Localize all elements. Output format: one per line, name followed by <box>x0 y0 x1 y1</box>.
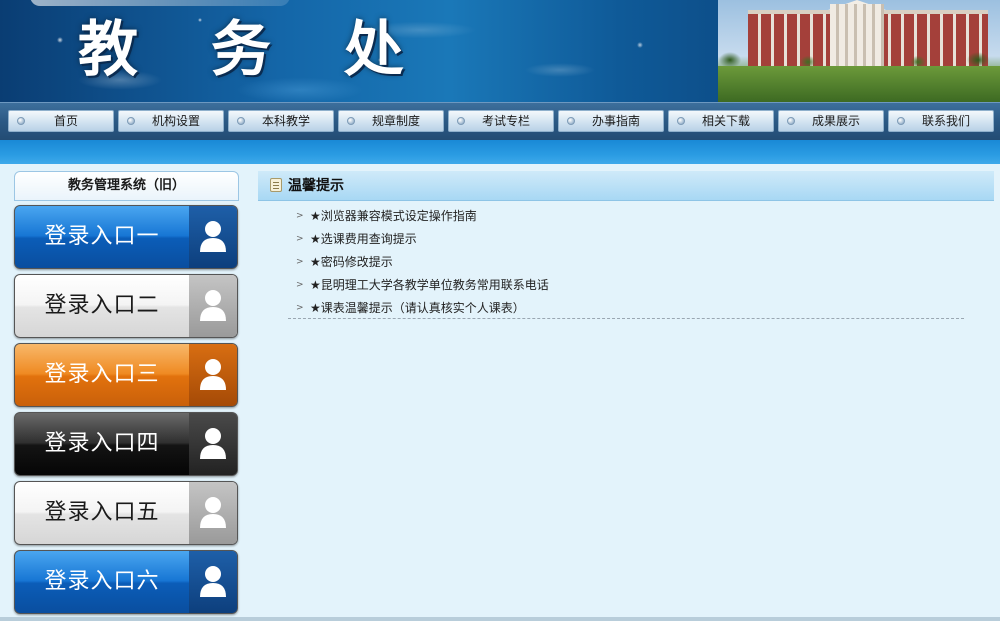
campus-building-image <box>718 0 1000 102</box>
notice-link[interactable]: > ★昆明理工大学各教学单位教务常用联系电话 <box>288 274 964 297</box>
nav-bullet-icon <box>237 117 245 125</box>
document-icon <box>270 178 282 192</box>
nav-bullet-icon <box>677 117 685 125</box>
notice-divider <box>288 318 964 319</box>
notice-text: ★昆明理工大学各教学单位教务常用联系电话 <box>310 278 549 292</box>
login-button-label: 登录入口四 <box>44 431 160 456</box>
university-logo <box>30 0 290 6</box>
main-nav: 首页 机构设置 本科教学 规章制度 考试专栏 办事指南 相关下载 成果展示 联系… <box>0 102 1000 140</box>
user-icon <box>189 413 237 475</box>
notice-link[interactable]: > ★选课费用查询提示 <box>288 228 964 251</box>
nav-bullet-icon <box>567 117 575 125</box>
nav-label: 相关下载 <box>701 114 750 128</box>
nav-label: 办事指南 <box>591 114 640 128</box>
user-icon <box>189 551 237 613</box>
nav-label: 首页 <box>53 114 78 128</box>
banner-title: 教 务 处 <box>78 15 430 85</box>
nav-bullet-icon <box>17 117 25 125</box>
login-button-label: 登录入口二 <box>44 293 160 318</box>
panel-header: 温馨提示 <box>258 171 994 201</box>
login-entry-1-button[interactable]: 登录入口一 <box>14 205 238 269</box>
nav-bullet-icon <box>897 117 905 125</box>
site-banner: 教 务 处 <box>0 0 1000 102</box>
notice-link[interactable]: > ★浏览器兼容模式设定操作指南 <box>288 205 964 228</box>
notice-text: ★浏览器兼容模式设定操作指南 <box>310 209 477 223</box>
nav-item-home[interactable]: 首页 <box>8 110 114 132</box>
nav-item-exams[interactable]: 考试专栏 <box>448 110 554 132</box>
user-icon <box>189 482 237 544</box>
page-bottom-border <box>0 617 1000 621</box>
nav-label: 成果展示 <box>811 114 860 128</box>
user-icon <box>189 206 237 268</box>
login-entry-2-button[interactable]: 登录入口二 <box>14 274 238 338</box>
nav-label: 考试专栏 <box>481 114 530 128</box>
chevron-right-icon: > <box>296 303 304 313</box>
chevron-right-icon: > <box>296 234 304 244</box>
login-button-label: 登录入口五 <box>44 500 160 525</box>
chevron-right-icon: > <box>296 280 304 290</box>
nav-label: 本科教学 <box>261 114 310 128</box>
notice-panel: 温馨提示 > ★浏览器兼容模式设定操作指南 > ★选课费用查询提示 > ★密码修改提示… <box>258 171 994 616</box>
panel-title: 温馨提示 <box>288 178 344 194</box>
notice-text: ★选课费用查询提示 <box>310 232 417 246</box>
nav-item-regulations[interactable]: 规章制度 <box>338 110 444 132</box>
login-sidebar: 教务管理系统（旧） 登录入口一 登录入口二 登录入口三 登录入口四 登录入口五 … <box>14 171 239 616</box>
login-entry-3-button[interactable]: 登录入口三 <box>14 343 238 407</box>
login-button-label: 登录入口一 <box>44 224 160 249</box>
notice-link[interactable]: > ★课表温馨提示（请认真核实个人课表） <box>288 297 964 320</box>
chevron-right-icon: > <box>296 211 304 221</box>
chevron-right-icon: > <box>296 257 304 267</box>
nav-item-undergraduate[interactable]: 本科教学 <box>228 110 334 132</box>
nav-bullet-icon <box>787 117 795 125</box>
building-lawn <box>718 66 1000 102</box>
login-entry-4-button[interactable]: 登录入口四 <box>14 412 238 476</box>
user-icon <box>189 275 237 337</box>
nav-bullet-icon <box>347 117 355 125</box>
nav-item-downloads[interactable]: 相关下载 <box>668 110 774 132</box>
notice-list: > ★浏览器兼容模式设定操作指南 > ★选课费用查询提示 > ★密码修改提示 > ★昆明… <box>288 205 964 320</box>
nav-label: 联系我们 <box>921 114 970 128</box>
notice-text: ★课表温馨提示（请认真核实个人课表） <box>310 301 525 315</box>
login-button-label: 登录入口六 <box>44 569 160 594</box>
nav-label: 规章制度 <box>371 114 420 128</box>
user-icon <box>189 344 237 406</box>
notice-link[interactable]: > ★密码修改提示 <box>288 251 964 274</box>
notice-text: ★密码修改提示 <box>310 255 393 269</box>
sidebar-title: 教务管理系统（旧） <box>14 171 239 201</box>
nav-item-guide[interactable]: 办事指南 <box>558 110 664 132</box>
login-entry-5-button[interactable]: 登录入口五 <box>14 481 238 545</box>
nav-item-contact[interactable]: 联系我们 <box>888 110 994 132</box>
nav-item-organization[interactable]: 机构设置 <box>118 110 224 132</box>
nav-label: 机构设置 <box>151 114 200 128</box>
nav-item-achievements[interactable]: 成果展示 <box>778 110 884 132</box>
nav-bullet-icon <box>457 117 465 125</box>
login-entry-6-button[interactable]: 登录入口六 <box>14 550 238 614</box>
nav-underline-stripe <box>0 140 1000 164</box>
login-button-label: 登录入口三 <box>44 362 160 387</box>
nav-bullet-icon <box>127 117 135 125</box>
